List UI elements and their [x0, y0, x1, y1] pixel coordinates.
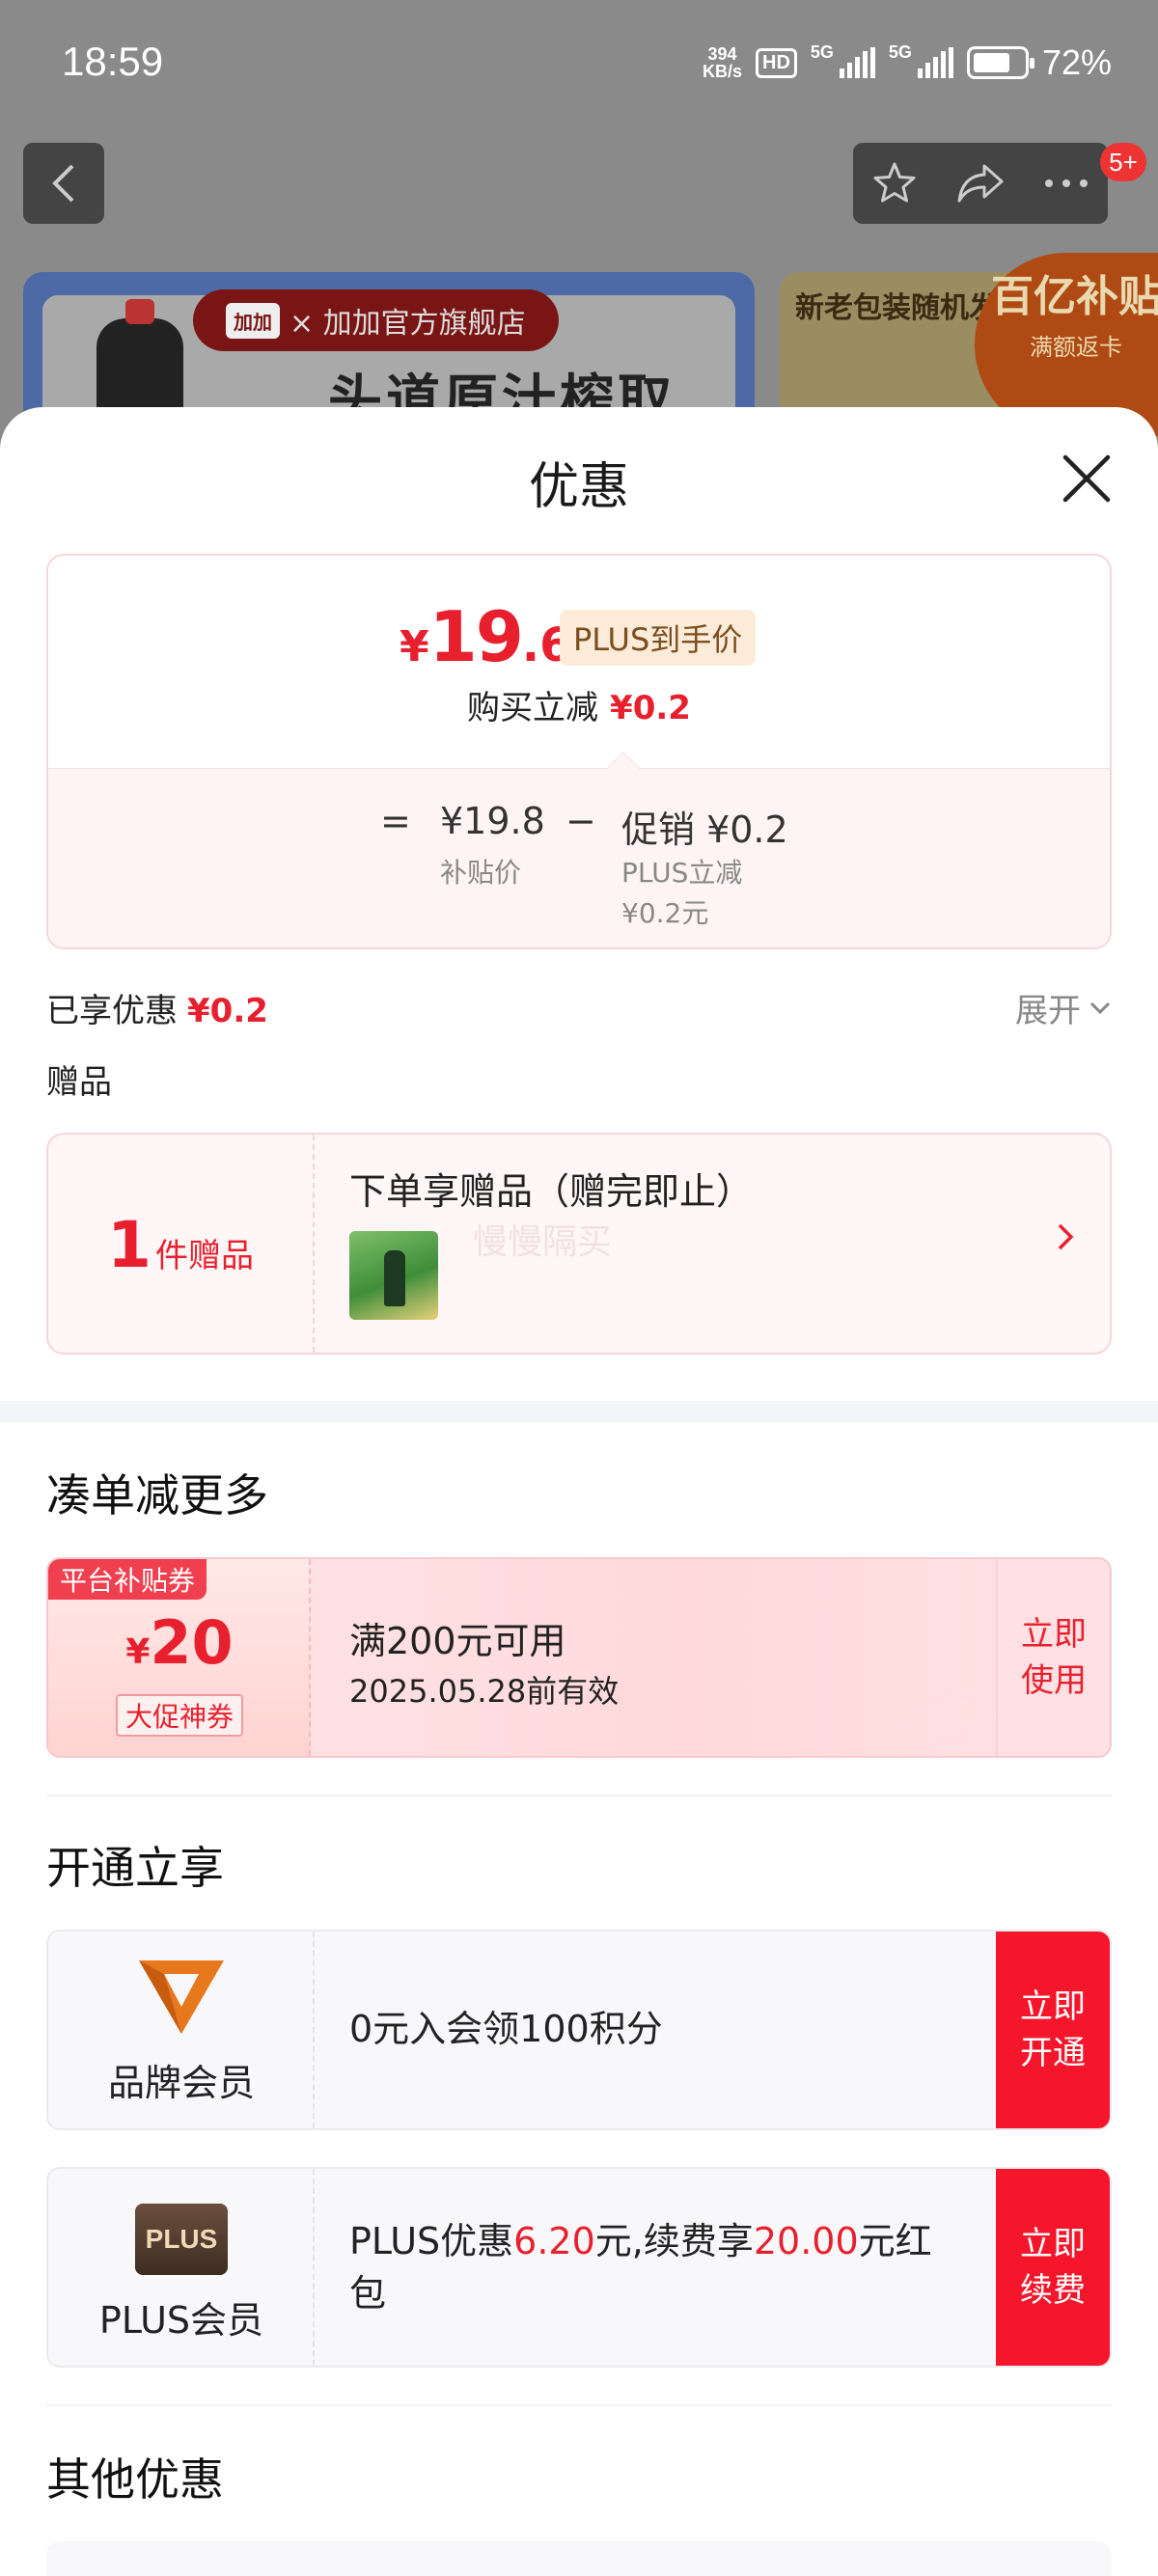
plus-discount-label: PLUS立减: [621, 857, 743, 889]
base-price: ¥19.8: [440, 800, 545, 842]
gift-section-label: 赠品: [46, 1063, 112, 1102]
plus-discount-amount: ¥0.2元: [621, 897, 709, 929]
back-button[interactable]: [23, 143, 104, 224]
minus-sign: −: [565, 800, 596, 842]
more-icon[interactable]: [1043, 178, 1089, 189]
sheet-title: 优惠: [528, 458, 629, 516]
gift-thumbnail: [349, 1231, 438, 1320]
brand-member-name: 品牌会员: [107, 2062, 255, 2104]
gift-card[interactable]: 1 件赠品 下单享赠品（赠完即止） 慢慢隔买: [46, 1133, 1112, 1355]
open-section-title: 开通立享: [46, 1842, 224, 1894]
signal-icon: [839, 47, 875, 78]
promo-amount: 促销 ¥0.2: [621, 808, 788, 851]
plus-member-name: PLUS会员: [98, 2299, 264, 2342]
star-icon[interactable]: [871, 160, 918, 206]
message-count-badge: 5+: [1100, 143, 1146, 181]
coupon-kind: 大促神券: [116, 1694, 244, 1737]
plus-member-benefit: PLUS优惠6.20元,续费享20.00元红包: [349, 2220, 932, 2315]
other-offer-card[interactable]: [46, 2541, 1112, 2576]
brand-member-card[interactable]: 品牌会员 0元入会领100积分 立即开通: [46, 1930, 1112, 2130]
share-icon[interactable]: [955, 160, 1006, 206]
brand-member-logo-icon: [139, 1960, 224, 2034]
subsidy-subtitle: 满额返卡: [1030, 334, 1122, 361]
store-name: × 加加官方旗舰店: [290, 307, 526, 341]
bundle-section-title: 凑单减更多: [46, 1469, 268, 1521]
base-price-label: 补贴价: [440, 857, 522, 889]
5g-label-2: 5G: [888, 42, 912, 62]
subsidy-title: 百亿补贴: [991, 272, 1158, 321]
price-breakdown-card: ¥ 19 .6 PLUS到手价 购买立减 ¥0.2 = ¥19.8 补贴价 − 促…: [46, 554, 1112, 949]
chevron-right-icon: [1058, 1223, 1074, 1250]
coupon-expiry: 2025.05.28前有效: [349, 1673, 620, 1710]
watermark-text: 慢慢隔买: [473, 1222, 613, 1262]
equals-sign: =: [380, 800, 411, 842]
hd-icon: HD: [756, 47, 797, 78]
status-indicators: 394 KB/s HD 5G 5G 72%: [703, 42, 1112, 83]
section-divider: [0, 1401, 1158, 1422]
top-action-group: [853, 143, 1108, 224]
renew-plus-button[interactable]: 立即续费: [996, 2169, 1110, 2366]
store-logo: 加加: [226, 302, 280, 339]
network-speed: 394 KB/s: [703, 44, 743, 81]
gift-count: 1 件赠品: [48, 1135, 315, 1353]
close-icon[interactable]: [1060, 452, 1114, 506]
battery-level-fill: [973, 53, 1009, 72]
banner-right-text: 新老包装随机发: [795, 291, 998, 325]
gift-title: 下单享赠品（赠完即止）: [349, 1170, 754, 1213]
divider: [46, 1795, 1112, 1796]
status-bar: 18:59 394 KB/s HD 5G 5G 72%: [0, 0, 1158, 130]
status-time: 18:59: [62, 39, 164, 84]
other-section-title: 其他优惠: [46, 2453, 224, 2506]
price-formula: = ¥19.8 补贴价 − 促销 ¥0.2 PLUS立减 ¥0.2元: [48, 768, 1110, 947]
use-coupon-button[interactable]: 立即使用: [996, 1559, 1110, 1756]
brand-member-benefit: 0元入会领100积分: [349, 2008, 663, 2050]
chevron-down-icon: [1089, 1001, 1111, 1014]
enjoyed-discount: 已享优惠 ¥0.2: [46, 992, 268, 1030]
coupon-tag: 平台补贴券: [48, 1559, 207, 1600]
battery-icon: [966, 46, 1034, 79]
divider: [46, 2404, 1112, 2406]
coupon-amount: ¥20: [125, 1607, 234, 1678]
discount-sheet: 优惠 ¥ 19 .6 PLUS到手价 购买立减 ¥0.2 = ¥19.8 补贴价 …: [0, 407, 1158, 2576]
coupon-condition: 满200元可用: [349, 1620, 566, 1662]
signal-icon-2: [917, 47, 953, 78]
platform-coupon[interactable]: 平台补贴券 ¥20 大促神券 满200元可用 2025.05.28前有效 已领 …: [46, 1557, 1112, 1758]
battery-percent: 72%: [1041, 42, 1112, 82]
instant-discount-line: 购买立减 ¥0.2: [467, 689, 691, 727]
final-price: ¥ 19 .6: [400, 596, 572, 677]
open-membership-button[interactable]: 立即开通: [996, 1932, 1110, 2128]
chevron-left-icon: [52, 164, 74, 203]
plus-price-tag: PLUS到手价: [560, 610, 757, 666]
plus-logo-icon: PLUS: [135, 2204, 228, 2275]
5g-label: 5G: [810, 42, 834, 62]
store-ribbon[interactable]: 加加 × 加加官方旗舰店: [193, 289, 559, 351]
expand-toggle[interactable]: 展开: [1015, 984, 1112, 1031]
plus-member-card[interactable]: PLUS PLUS会员 PLUS优惠6.20元,续费享20.00元红包 立即续费: [46, 2167, 1112, 2368]
